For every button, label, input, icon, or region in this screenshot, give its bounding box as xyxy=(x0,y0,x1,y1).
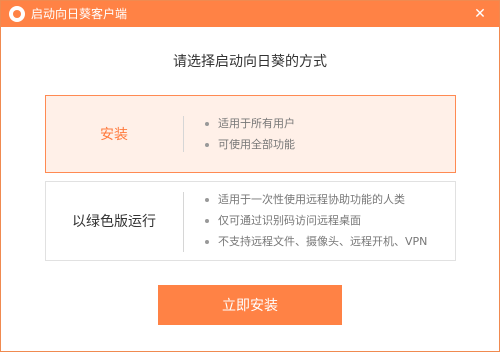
dialog-window: 启动向日葵客户端 ✕ 请选择启动向日葵的方式 安装 适用于所有用户 可使用全部功… xyxy=(0,0,500,352)
option-install-label: 安装 xyxy=(100,127,128,143)
feature-item: 可使用全部功能 xyxy=(204,134,295,155)
install-now-button[interactable]: 立即安装 xyxy=(158,285,342,325)
option-install-features: 适用于所有用户 可使用全部功能 xyxy=(204,113,295,155)
option-green-version[interactable]: 以绿色版运行 适用于一次性使用远程协助功能的人类 仅可通过识别码访问远程桌面 不… xyxy=(45,181,456,261)
title-bar[interactable]: 启动向日葵客户端 ✕ xyxy=(1,1,499,27)
feature-item: 适用于所有用户 xyxy=(204,113,295,134)
feature-item: 适用于一次性使用远程协助功能的人类 xyxy=(204,189,427,210)
option-green-version-features: 适用于一次性使用远程协助功能的人类 仅可通过识别码访问远程桌面 不支持远程文件、… xyxy=(204,189,427,252)
option-green-version-label: 以绿色版运行 xyxy=(72,214,156,230)
feature-item: 不支持远程文件、摄像头、远程开机、VPN xyxy=(204,231,427,252)
option-divider xyxy=(183,116,184,152)
close-button[interactable]: ✕ xyxy=(470,4,490,24)
option-divider xyxy=(183,192,184,252)
sunflower-logo-icon xyxy=(9,6,25,22)
dialog-heading: 请选择启动向日葵的方式 xyxy=(173,54,327,70)
window-title: 启动向日葵客户端 xyxy=(31,7,128,21)
option-install[interactable]: 安装 适用于所有用户 可使用全部功能 xyxy=(45,95,456,173)
feature-item: 仅可通过识别码访问远程桌面 xyxy=(204,210,427,231)
